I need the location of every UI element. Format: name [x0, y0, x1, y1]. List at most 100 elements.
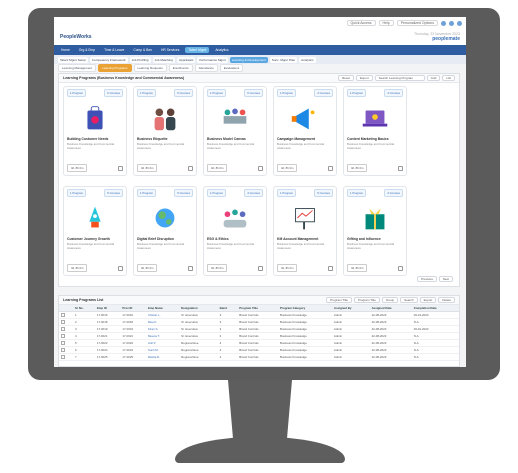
table-cell[interactable]: Meena T. [145, 332, 180, 340]
sub-nav-item[interactable]: Job Profiling [129, 56, 151, 63]
util-chip[interactable]: Quick Access [346, 20, 376, 26]
section-tab[interactable]: Enrollments [168, 64, 193, 72]
table-cell[interactable] [59, 339, 73, 347]
toolbar-button[interactable]: List [442, 75, 455, 81]
select-checkbox[interactable] [188, 265, 193, 271]
row-checkbox[interactable] [61, 347, 65, 352]
select-checkbox[interactable] [258, 265, 263, 271]
program-card[interactable]: 1 Program 6 Courses Building Customer Need… [63, 86, 127, 176]
program-card[interactable]: 1 Program 5 Courses Digital Brief Disrupti… [133, 186, 197, 276]
list-toolbar-button[interactable]: Program Title [353, 297, 380, 303]
sub-nav-item[interactable]: Talent Mgmt Setup [58, 56, 88, 63]
program-card[interactable]: 1 Program 5 Courses KM Account Management B… [273, 186, 337, 276]
sub-nav-item[interactable]: Succ. Mgmt Plan [269, 56, 298, 63]
table-cell[interactable]: Ravi K. [145, 318, 180, 326]
table-cell[interactable]: Anil P. [145, 339, 180, 347]
mail-icon[interactable] [449, 20, 454, 26]
section-tab[interactable]: Learning Management [58, 64, 97, 72]
table-cell[interactable] [59, 318, 73, 326]
table-cell[interactable]: Sunil M. [145, 346, 180, 354]
list-toolbar-button[interactable]: Program Title [326, 297, 352, 303]
toolbar-button[interactable]: Export [355, 75, 373, 81]
select-checkbox[interactable] [328, 165, 333, 171]
program-card[interactable]: 1 Program 4 Courses Gifting and Influence B… [343, 186, 407, 276]
sub-nav-item[interactable]: Learning & Development [229, 56, 268, 63]
list-toolbar-button[interactable]: Search [400, 297, 418, 303]
row-checkbox[interactable] [61, 354, 65, 359]
duration-button[interactable]: 3d, 8h 0m [347, 264, 368, 272]
duration-button[interactable]: 3d, 8h 0m [347, 164, 368, 172]
list-toolbar-button[interactable]: Export [419, 297, 437, 303]
program-card[interactable]: 1 Program 6 Courses Business Model Canvas B… [203, 86, 267, 176]
main-nav-item[interactable]: Talent Mgmt [185, 47, 210, 53]
bell-icon[interactable] [441, 20, 446, 26]
toolbar-button[interactable]: Reset [338, 75, 354, 81]
duration-button[interactable]: 3d, 8h 0m [137, 264, 158, 272]
program-card[interactable]: 1 Program 6 Courses Business Etiquette Busi… [133, 86, 197, 176]
search-input[interactable]: Search Learning Program [374, 75, 425, 81]
select-checkbox[interactable] [328, 265, 333, 271]
program-card[interactable]: 1 Program 4 Courses Content Marketing Basi… [343, 86, 407, 176]
select-checkbox[interactable] [118, 165, 123, 171]
main-nav-item[interactable]: Comp & Ben [130, 47, 155, 53]
duration-button[interactable]: 3d, 8h 0m [67, 164, 88, 172]
program-card[interactable]: 1 Program 5 Courses Customer Journey Growt… [63, 186, 127, 276]
duration-button[interactable]: 3d, 8h 0m [207, 164, 228, 172]
select-checkbox[interactable] [398, 265, 403, 271]
user-icon[interactable] [457, 20, 462, 26]
pager-button[interactable]: Next [438, 276, 453, 282]
table-cell[interactable]: Rekha D. [145, 353, 180, 361]
row-checkbox[interactable] [61, 326, 65, 331]
row-checkbox[interactable] [61, 319, 65, 324]
select-checkbox[interactable] [258, 165, 263, 171]
duration-button[interactable]: 3d, 8h 0m [277, 264, 298, 272]
table-row[interactable]: 3 17-0019 17-0019 Kiran S. Sr. Executive 3 Bra… [59, 325, 459, 333]
row-checkbox[interactable] [61, 312, 65, 317]
table-row[interactable]: 7 17-0025 17-0025 Rekha D. Regional Exe. 4 Bra… [59, 353, 459, 361]
main-nav-item[interactable]: HR Services [158, 47, 182, 53]
table-row[interactable]: 5 17-0022 17-0022 Anil P. Regional Exe. 4 Bran… [59, 339, 459, 347]
list-toolbar-button[interactable]: Delete [438, 297, 455, 303]
sub-nav-item[interactable]: Performance Mgmt [197, 56, 228, 63]
program-card[interactable]: 1 Program 4 Courses Campaign Management Bus… [273, 86, 337, 176]
duration-button[interactable]: 3d, 8h 0m [67, 264, 88, 272]
table-row[interactable]: 4 17-0021 17-0021 Meena T. Sr. Executive 3 Bra… [59, 332, 459, 340]
sub-nav-item[interactable]: Job Matching [152, 56, 175, 63]
section-tab[interactable]: Learning Requests [133, 64, 167, 72]
table-row[interactable]: 1 17-0016 17-0016 Chetan L. Sr. Executive 3 Br… [59, 311, 459, 319]
section-tab[interactable]: Attendance [194, 64, 218, 72]
table-cell[interactable]: Chetan L. [145, 311, 180, 319]
section-tab[interactable]: Learning Programs [98, 64, 132, 72]
table-cell[interactable] [59, 332, 73, 340]
main-nav-item[interactable]: Analytics [212, 47, 231, 53]
table-row[interactable]: 2 17-0018 17-0018 Ravi K. Sr. Executive 3 Bran… [59, 318, 459, 326]
program-card[interactable]: 1 Program 4 Courses ESG & Ethics Business K… [203, 186, 267, 276]
table-cell[interactable] [59, 311, 73, 319]
sub-nav-item[interactable]: Competency Framework [89, 56, 128, 63]
duration-button[interactable]: 3d, 8h 0m [207, 264, 228, 272]
duration-button[interactable]: 3d, 8h 0m [137, 164, 158, 172]
row-checkbox[interactable] [61, 340, 65, 345]
util-chip[interactable]: Help [378, 20, 394, 26]
select-checkbox[interactable] [398, 165, 403, 171]
util-chip[interactable]: Personalized Options [396, 20, 438, 26]
duration-button[interactable]: 3d, 8h 0m [277, 164, 298, 172]
main-nav-item[interactable]: Org & Emp [76, 47, 98, 53]
toolbar-button[interactable]: Grid [426, 75, 441, 81]
section-tab[interactable]: Evaluations [219, 64, 244, 72]
sub-nav-item[interactable]: Analytics [299, 56, 316, 63]
main-nav-item[interactable]: Home [58, 47, 73, 53]
table-cell[interactable] [59, 353, 73, 361]
row-checkbox[interactable] [61, 333, 65, 338]
table-cell[interactable]: Kiran S. [145, 325, 180, 333]
sub-nav-item[interactable]: Appraisals [176, 56, 196, 63]
table-cell[interactable] [59, 325, 73, 333]
main-nav-item[interactable]: Time & Leave [101, 47, 127, 53]
pager-button[interactable]: Previous [417, 276, 437, 282]
list-toolbar-button[interactable]: Group [381, 297, 399, 303]
app-logo[interactable]: PeopleWorks [60, 34, 92, 40]
select-checkbox[interactable] [118, 265, 123, 271]
table-row[interactable]: 6 17-0024 17-0024 Sunil M. Regional Exe. 4 Bra… [59, 346, 459, 354]
table-cell[interactable] [59, 346, 73, 354]
select-checkbox[interactable] [188, 165, 193, 171]
